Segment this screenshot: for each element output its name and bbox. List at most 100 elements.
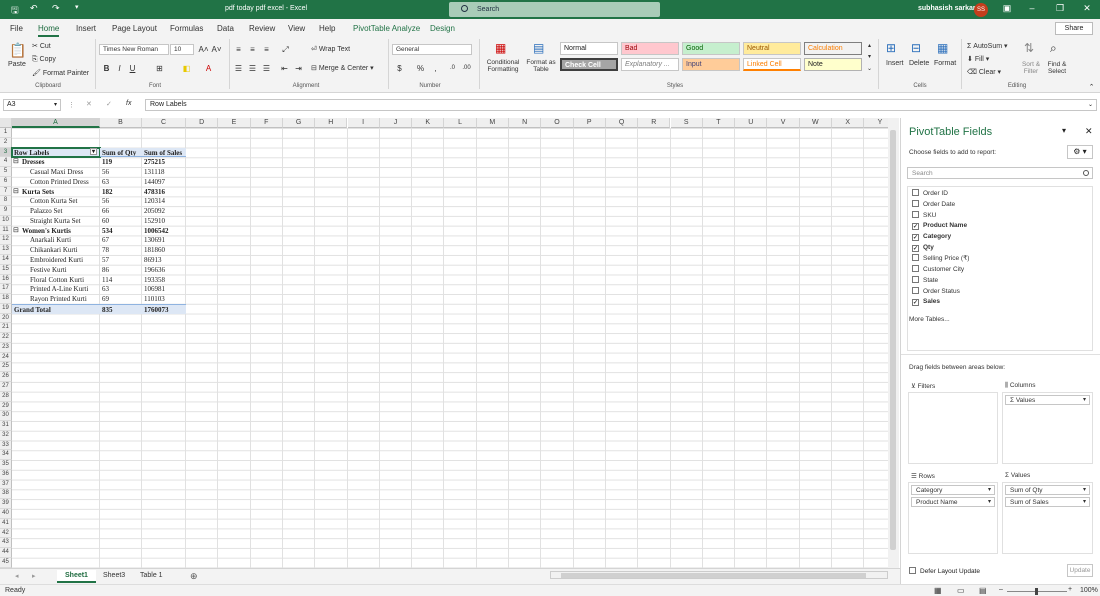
zoom-slider-handle[interactable] — [1035, 588, 1038, 595]
pivot-qty-cell[interactable]: 182 — [100, 187, 142, 197]
column-header-v[interactable]: V — [767, 118, 800, 128]
pivot-sales-cell[interactable]: 130691 — [142, 235, 186, 245]
row-header-5[interactable]: 5 — [0, 167, 12, 177]
tab-view[interactable]: View — [288, 24, 305, 33]
sheet-tab-table1[interactable]: Table 1 — [132, 570, 171, 583]
row-header-36[interactable]: 36 — [0, 469, 12, 480]
row-header-4[interactable]: 4 — [0, 157, 12, 168]
cancel-icon[interactable]: ✕ — [86, 100, 92, 108]
row-header-26[interactable]: 26 — [0, 372, 12, 383]
decrease-font-icon[interactable]: A˅ — [211, 44, 222, 55]
defer-layout-checkbox[interactable]: Defer Layout Update — [909, 567, 980, 575]
pivot-sales-cell[interactable]: 478316 — [142, 187, 186, 197]
pivot-qty-cell[interactable]: 63 — [100, 177, 142, 187]
redo-icon[interactable]: ↷ — [52, 3, 60, 14]
column-header-l[interactable]: L — [444, 118, 477, 128]
tab-pivottable-analyze[interactable]: PivotTable Analyze — [353, 24, 420, 33]
column-header-e[interactable]: E — [218, 118, 251, 128]
underline-icon[interactable]: U — [127, 63, 138, 74]
pivot-sales-cell[interactable]: 110103 — [142, 294, 186, 304]
pivot-sales-cell[interactable]: 86913 — [142, 255, 186, 265]
pivot-category-row[interactable]: ⊟ Women's Kurtis — [12, 226, 100, 236]
increase-decimal-icon[interactable]: .0 — [447, 63, 458, 74]
sort-filter-icon[interactable]: ⇅ — [1024, 41, 1034, 55]
format-as-table-icon[interactable]: ▤ — [533, 41, 544, 55]
chevron-down-icon[interactable]: ▾ — [1083, 498, 1086, 505]
fill-button[interactable]: ⬇ Fill ▾ — [967, 55, 989, 63]
column-header-i[interactable]: I — [347, 118, 380, 128]
page-break-view-icon[interactable]: ▤ — [979, 586, 987, 595]
tab-insert[interactable]: Insert — [76, 24, 96, 33]
styles-scroll-down-icon[interactable]: ▾ — [864, 52, 875, 63]
row-header-40[interactable]: 40 — [0, 509, 12, 519]
pivot-qty-cell[interactable]: 114 — [100, 275, 142, 285]
normal-view-icon[interactable]: ▦ — [934, 586, 942, 595]
currency-icon[interactable]: $ — [394, 63, 405, 74]
row-header-7[interactable]: 7 — [0, 186, 12, 197]
field-item[interactable]: SKU — [912, 210, 936, 219]
pivot-item-row[interactable]: Festive Kurti — [12, 265, 100, 275]
row-header-17[interactable]: 17 — [0, 284, 12, 295]
pivot-sales-cell[interactable]: 106981 — [142, 284, 186, 294]
pivot-qty-cell[interactable]: 63 — [100, 284, 142, 294]
row-header-38[interactable]: 38 — [0, 489, 12, 500]
insert-cells-button[interactable]: Insert — [886, 60, 904, 67]
number-format-select[interactable]: General — [392, 44, 472, 55]
paste-button[interactable]: Paste — [8, 61, 26, 68]
pivot-sales-cell[interactable]: 193358 — [142, 275, 186, 285]
column-header-t[interactable]: T — [702, 118, 736, 128]
row-header-1[interactable]: 1 — [0, 128, 12, 138]
column-header-m[interactable]: M — [476, 118, 509, 128]
row-header-3[interactable]: 3 — [0, 147, 12, 158]
customize-qat-icon[interactable]: ▾ — [75, 3, 79, 11]
tools-button[interactable]: ⚙ ▾ — [1067, 145, 1093, 159]
filter-dropdown-icon[interactable]: ▾ — [90, 147, 97, 155]
borders-icon[interactable]: ⊞ — [154, 63, 165, 74]
tab-design[interactable]: Design — [430, 24, 455, 33]
column-header-p[interactable]: P — [573, 118, 606, 128]
checkbox-checked-icon[interactable]: ✓ — [912, 244, 919, 252]
row-header-41[interactable]: 41 — [0, 518, 12, 529]
rows-field-category[interactable]: Category ▾ — [911, 485, 995, 495]
next-sheet-icon[interactable]: ▸ — [32, 572, 36, 580]
scroll-thumb[interactable] — [561, 573, 866, 578]
insert-function-icon[interactable]: fx — [126, 100, 131, 107]
increase-font-icon[interactable]: A˄ — [198, 44, 209, 55]
pivot-qty-cell[interactable]: 69 — [100, 294, 142, 304]
pivot-item-row[interactable]: Printed A-Line Kurti — [12, 284, 100, 294]
row-header-15[interactable]: 15 — [0, 264, 12, 275]
format-cells-button[interactable]: Format — [934, 60, 956, 67]
pivot-item-row[interactable]: Casual Maxi Dress — [12, 167, 100, 177]
zoom-in-icon[interactable]: + — [1068, 586, 1072, 593]
column-header-c[interactable]: C — [142, 118, 186, 128]
chevron-down-icon[interactable]: ▾ — [988, 498, 991, 505]
chevron-down-icon[interactable]: ▾ — [1062, 126, 1066, 135]
columns-field-values[interactable]: Σ Values ▾ — [1005, 395, 1090, 405]
checkbox-icon[interactable] — [912, 210, 919, 218]
row-header-45[interactable]: 45 — [0, 557, 12, 568]
grand-total-sales[interactable]: 1760073 — [142, 303, 186, 314]
worksheet-grid[interactable]: A B C D E F G H I J K L M N O P Q R S T U V W X Y 1 2 3 4 5 6 7 8 9 10 11 12… — [0, 118, 888, 568]
field-item[interactable]: ✓ Sales — [912, 298, 940, 306]
page-layout-view-icon[interactable]: ▭ — [957, 586, 965, 595]
expand-formula-icon[interactable]: ⌄ — [1088, 101, 1093, 108]
row-header-11[interactable]: 11 — [0, 225, 12, 236]
pivot-qty-cell[interactable]: 56 — [100, 196, 142, 206]
ribbon-display-icon[interactable]: ▣ — [999, 3, 1015, 14]
filters-area[interactable] — [908, 392, 998, 464]
tab-data[interactable]: Data — [217, 24, 234, 33]
checkbox-icon[interactable] — [912, 287, 919, 295]
tab-page-layout[interactable]: Page Layout — [112, 24, 157, 33]
format-cells-icon[interactable]: ▦ — [937, 41, 948, 55]
collapse-ribbon-icon[interactable]: ⌃ — [1086, 82, 1097, 93]
pivot-item-row[interactable]: Straight Kurta Set — [12, 216, 100, 226]
column-header-b[interactable]: B — [100, 118, 142, 128]
row-header-31[interactable]: 31 — [0, 421, 12, 431]
align-center-icon[interactable]: ☰ — [247, 63, 258, 74]
column-header-n[interactable]: N — [509, 118, 542, 128]
checkbox-icon[interactable] — [909, 567, 916, 574]
pivot-sales-cell[interactable]: 152910 — [142, 216, 186, 226]
wrap-text-button[interactable]: ⏎ Wrap Text — [311, 45, 350, 53]
pivot-item-row[interactable]: Chikankari Kurti — [12, 245, 100, 255]
checkbox-icon[interactable] — [912, 265, 919, 273]
